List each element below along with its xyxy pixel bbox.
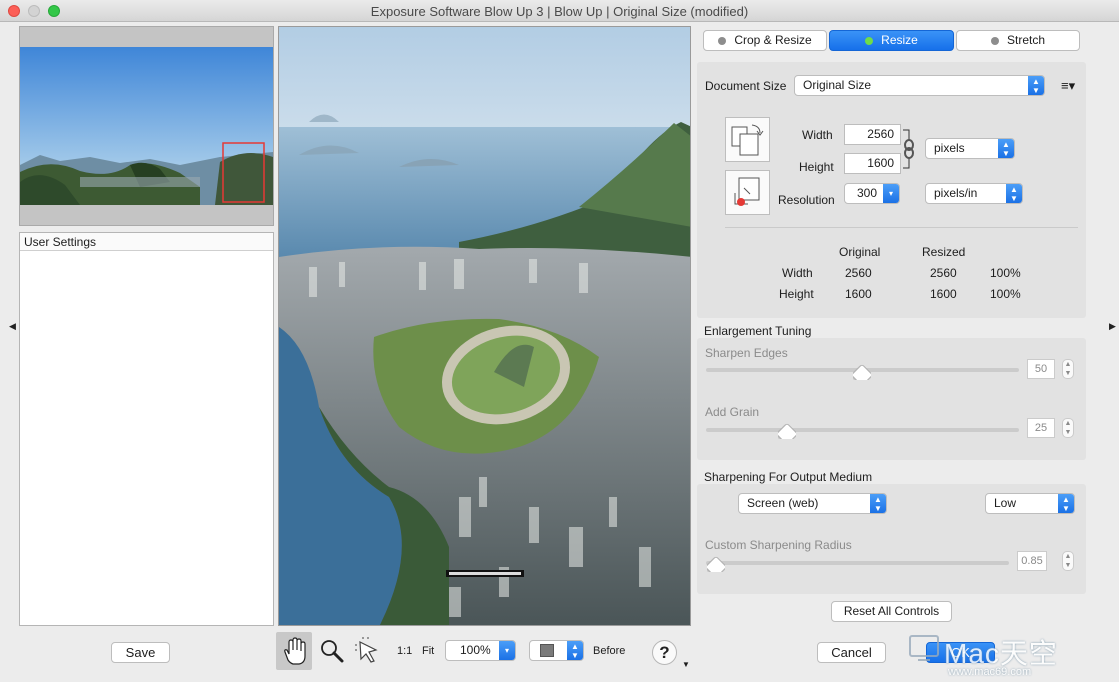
- fit-button[interactable]: Fit: [422, 645, 434, 657]
- stats-original-value: 1600: [845, 287, 872, 301]
- sharpening-strength-select[interactable]: Low ▲ ▼: [985, 493, 1075, 514]
- chevron-down-icon: ▾: [499, 641, 515, 660]
- width-label: Width: [802, 128, 833, 142]
- column-resized-header: Resized: [922, 245, 966, 259]
- custom-radius-slider[interactable]: [706, 561, 1009, 565]
- divider: [725, 227, 1078, 228]
- cancel-button[interactable]: Cancel: [817, 642, 886, 663]
- add-grain-slider[interactable]: [706, 428, 1019, 432]
- stats-percent-value: 100%: [990, 287, 1021, 301]
- size-unit-value: pixels: [934, 141, 965, 155]
- title-bar: Exposure Software Blow Up 3 | Blow Up | …: [0, 0, 1119, 22]
- size-unit-select[interactable]: pixels ▲ ▼: [925, 138, 1015, 159]
- stats-percent-value: 100%: [990, 266, 1021, 280]
- enlargement-tuning-title: Enlargement Tuning: [704, 324, 812, 338]
- popup-arrows-icon: ▲ ▼: [870, 494, 886, 513]
- output-medium-value: Screen (web): [747, 496, 819, 510]
- stats-resized-value: 2560: [930, 266, 957, 280]
- custom-radius-label: Custom Sharpening Radius: [705, 538, 852, 552]
- tab-radio-icon: [718, 37, 727, 45]
- chevron-down-icon: ▾: [883, 184, 899, 203]
- popup-arrows-icon: ▲ ▼: [567, 641, 583, 660]
- navigator-thumbnail[interactable]: [20, 47, 273, 205]
- reset-all-controls-button[interactable]: Reset All Controls: [831, 601, 952, 622]
- tab-label: Stretch: [1006, 33, 1045, 47]
- width-field[interactable]: 2560: [844, 124, 901, 145]
- custom-radius-stepper[interactable]: ▲ ▼: [1062, 551, 1074, 571]
- add-grain-label: Add Grain: [705, 405, 760, 419]
- document-size-value: Original Size: [803, 78, 872, 92]
- zoom-value: 100%: [460, 643, 491, 657]
- help-button[interactable]: ?: [652, 640, 677, 665]
- options-menu-icon[interactable]: ≡▾: [1061, 78, 1075, 94]
- window-title: Exposure Software Blow Up 3 | Blow Up | …: [370, 4, 749, 19]
- output-medium-select[interactable]: Screen (web) ▲ ▼: [738, 493, 887, 514]
- watermark-logo: Mac天空 www.mac69.com: [908, 632, 1116, 680]
- document-size-label: Document Size: [705, 79, 787, 93]
- sharpen-edges-value[interactable]: 50: [1027, 359, 1055, 379]
- left-panel-toggle-icon[interactable]: ◀: [9, 321, 16, 332]
- color-swatch: [540, 644, 554, 657]
- sharpen-edges-slider-thumb[interactable]: [853, 360, 871, 380]
- tab-label: Resize: [881, 33, 918, 47]
- constrain-link-icon[interactable]: [902, 128, 914, 170]
- column-original-header: Original: [839, 245, 881, 259]
- background-color-select[interactable]: ▲ ▼: [529, 640, 584, 661]
- sharpen-edges-label: Sharpen Edges: [705, 346, 788, 360]
- popup-arrows-icon: ▲ ▼: [998, 139, 1014, 158]
- popup-arrows-icon: ▲ ▼: [1006, 184, 1022, 203]
- stats-resized-value: 1600: [930, 287, 957, 301]
- tab-stretch[interactable]: Stretch: [956, 30, 1080, 51]
- popup-arrows-icon: ▲ ▼: [1058, 494, 1074, 513]
- watermark-url: www.mac69.com: [948, 666, 1032, 678]
- right-panel-toggle-icon[interactable]: ▶: [1109, 321, 1116, 332]
- chevron-down-icon[interactable]: ▼: [682, 660, 690, 669]
- add-grain-stepper[interactable]: ▲ ▼: [1062, 418, 1074, 438]
- actual-size-button[interactable]: 1:1: [397, 645, 412, 657]
- resolution-label: Resolution: [778, 193, 835, 207]
- height-label: Height: [799, 160, 834, 174]
- zoom-tool-icon[interactable]: [314, 632, 350, 670]
- preview-image[interactable]: [278, 26, 691, 626]
- select-tool-icon[interactable]: [350, 632, 386, 670]
- resolution-combo[interactable]: 300 ▾: [844, 183, 900, 204]
- popup-arrows-icon: ▲ ▼: [1028, 76, 1044, 95]
- tab-label: Crop & Resize: [734, 33, 812, 47]
- height-field[interactable]: 1600: [844, 153, 901, 174]
- stats-original-value: 2560: [845, 266, 872, 280]
- user-settings-header: User Settings: [20, 233, 273, 251]
- custom-radius-slider-thumb[interactable]: [707, 552, 725, 572]
- zoom-select[interactable]: 100% ▾: [445, 640, 516, 661]
- resolution-unit-select[interactable]: pixels/in ▲ ▼: [925, 183, 1023, 204]
- resample-icon[interactable]: [725, 170, 770, 215]
- tab-crop-resize[interactable]: Crop & Resize: [703, 30, 827, 51]
- sharpen-edges-stepper[interactable]: ▲ ▼: [1062, 359, 1074, 379]
- hand-tool-icon[interactable]: [276, 632, 312, 670]
- stats-row-label: Height: [779, 287, 814, 301]
- resolution-unit-value: pixels/in: [934, 186, 978, 200]
- navigator-panel: [19, 26, 274, 226]
- tab-resize[interactable]: Resize: [829, 30, 954, 51]
- sharpening-title: Sharpening For Output Medium: [704, 470, 873, 484]
- before-toggle[interactable]: Before: [593, 645, 625, 657]
- custom-radius-value[interactable]: 0.85: [1017, 551, 1047, 571]
- add-grain-slider-thumb[interactable]: [778, 419, 796, 439]
- tab-radio-icon: [865, 37, 874, 45]
- document-size-select[interactable]: Original Size ▲ ▼: [794, 75, 1045, 96]
- user-settings-panel: User Settings: [19, 232, 274, 626]
- add-grain-value[interactable]: 25: [1027, 418, 1055, 438]
- stats-row-label: Width: [782, 266, 813, 280]
- resolution-value: 300: [857, 186, 878, 200]
- save-button[interactable]: Save: [111, 642, 170, 663]
- document-resize-icon[interactable]: [725, 117, 770, 162]
- sharpening-strength-value: Low: [994, 496, 1017, 510]
- tab-radio-icon: [990, 37, 999, 45]
